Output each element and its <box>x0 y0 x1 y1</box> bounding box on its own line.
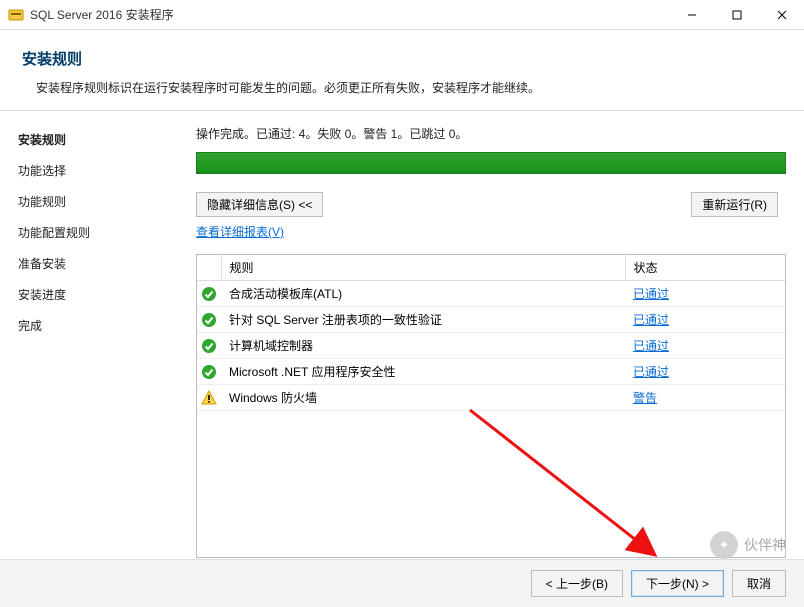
rule-name: 计算机域控制器 <box>221 333 625 359</box>
rule-name: Microsoft .NET 应用程序安全性 <box>221 359 625 385</box>
hide-details-button[interactable]: 隐藏详细信息(S) << <box>196 192 323 217</box>
page-header: 安装规则 安装程序规则标识在运行安装程序时可能发生的问题。必须更正所有失败，安装… <box>0 30 804 111</box>
rule-status[interactable]: 警告 <box>625 385 785 411</box>
maximize-button[interactable] <box>714 0 759 30</box>
table-row: 针对 SQL Server 注册表项的一致性验证已通过 <box>197 307 785 333</box>
col-rule: 规则 <box>221 255 625 281</box>
rule-status[interactable]: 已通过 <box>625 359 785 385</box>
close-button[interactable] <box>759 0 804 30</box>
content-area: 操作完成。已通过: 4。失败 0。警告 1。已跳过 0。 隐藏详细信息(S) <… <box>190 111 804 558</box>
progress-bar <box>196 152 786 174</box>
rule-status[interactable]: 已通过 <box>625 333 785 359</box>
cancel-button[interactable]: 取消 <box>732 570 786 597</box>
sidebar-step[interactable]: 功能配置规则 <box>12 220 190 245</box>
window-title: SQL Server 2016 安装程序 <box>30 6 174 23</box>
app-icon <box>8 7 24 23</box>
sidebar-step[interactable]: 功能选择 <box>12 158 190 183</box>
table-row: 计算机域控制器已通过 <box>197 333 785 359</box>
next-button[interactable]: 下一步(N) > <box>631 570 724 597</box>
rule-status-icon <box>197 307 221 333</box>
sidebar-step[interactable]: 安装规则 <box>12 127 190 152</box>
sidebar-step[interactable]: 功能规则 <box>12 189 190 214</box>
minimize-button[interactable] <box>669 0 714 30</box>
window-controls <box>669 0 804 30</box>
sidebar: 安装规则功能选择功能规则功能配置规则准备安装安装进度完成 <box>0 111 190 558</box>
rule-status-icon <box>197 333 221 359</box>
col-icon <box>197 255 221 281</box>
rules-table: 规则 状态 合成活动模板库(ATL)已通过针对 SQL Server 注册表项的… <box>197 255 785 411</box>
sidebar-step[interactable]: 完成 <box>12 313 190 338</box>
rerun-button[interactable]: 重新运行(R) <box>691 192 778 217</box>
rule-name: 合成活动模板库(ATL) <box>221 281 625 307</box>
table-row: Microsoft .NET 应用程序安全性已通过 <box>197 359 785 385</box>
view-report-link[interactable]: 查看详细报表(V) <box>196 223 786 240</box>
rule-status[interactable]: 已通过 <box>625 281 785 307</box>
table-row: 合成活动模板库(ATL)已通过 <box>197 281 785 307</box>
wizard-footer: < 上一步(B) 下一步(N) > 取消 <box>0 559 804 607</box>
back-button[interactable]: < 上一步(B) <box>531 570 623 597</box>
rule-status-icon <box>197 281 221 307</box>
sidebar-step[interactable]: 准备安装 <box>12 251 190 276</box>
col-status: 状态 <box>625 255 785 281</box>
sidebar-step[interactable]: 安装进度 <box>12 282 190 307</box>
rules-table-container: 规则 状态 合成活动模板库(ATL)已通过针对 SQL Server 注册表项的… <box>196 254 786 558</box>
page-title: 安装规则 <box>22 48 782 69</box>
rule-name: Windows 防火墙 <box>221 385 625 411</box>
rule-status[interactable]: 已通过 <box>625 307 785 333</box>
rule-name: 针对 SQL Server 注册表项的一致性验证 <box>221 307 625 333</box>
table-row: Windows 防火墙警告 <box>197 385 785 411</box>
rule-status-icon <box>197 359 221 385</box>
titlebar: SQL Server 2016 安装程序 <box>0 0 804 30</box>
rule-status-icon <box>197 385 221 411</box>
page-description: 安装程序规则标识在运行安装程序时可能发生的问题。必须更正所有失败，安装程序才能继… <box>22 79 782 96</box>
status-summary: 操作完成。已通过: 4。失败 0。警告 1。已跳过 0。 <box>196 125 786 142</box>
